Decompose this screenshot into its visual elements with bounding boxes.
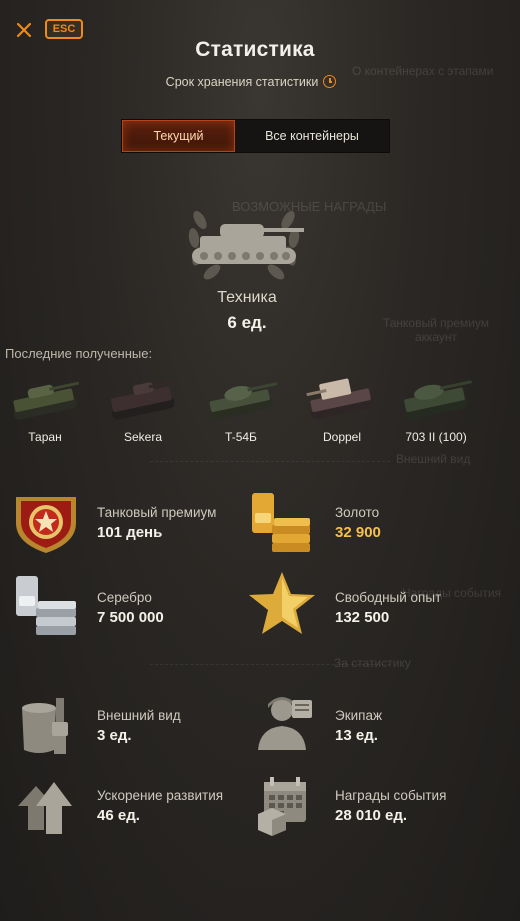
vehicle-name: T-54Б (225, 430, 257, 444)
stat-value: 28 010 ед. (335, 807, 408, 824)
vehicle-item[interactable]: T-54Б (196, 368, 286, 444)
stat-value: 3 ед. (97, 727, 132, 744)
recent-label: Последние полученные: (5, 346, 153, 361)
vehicle-item[interactable]: Таран (0, 368, 90, 444)
stat-value: 13 ед. (335, 727, 378, 744)
stat-silver: Серебро 7 500 000 (97, 590, 164, 626)
tab-current[interactable]: Текущий (122, 120, 235, 152)
stat-label: Танковый премиум (97, 505, 217, 520)
stat-label: Серебро (97, 590, 152, 605)
appearance-ghost: Внешний вид (396, 452, 471, 466)
stat-label: Свободный опыт (335, 590, 442, 605)
stat-gold: Золото 32 900 (335, 505, 381, 541)
acceleration-arrows-icon (10, 774, 86, 840)
stat-crew: Экипаж 13 ед. (335, 708, 382, 744)
ghost-divider (150, 461, 390, 462)
stat-label: Экипаж (335, 708, 382, 723)
tank-icon (13, 381, 80, 420)
vehicles-wreath-icon (178, 190, 310, 290)
tank-icon (209, 382, 278, 420)
ghost-divider (150, 664, 390, 665)
gold-bars-icon (244, 489, 320, 555)
stat-value: 132 500 (335, 609, 390, 626)
tank-icon (404, 380, 472, 420)
stat-label: Внешний вид (97, 708, 181, 723)
stats-retention-link[interactable]: Срок хранения статистики (0, 75, 502, 89)
vehicle-item[interactable]: Doppel (297, 368, 387, 444)
premium-badge-icon (8, 489, 84, 555)
stat-value: 46 ед. (97, 807, 140, 824)
vehicle-name: 703 II (100) (405, 430, 467, 444)
calendar-icon (250, 772, 326, 838)
clock-icon[interactable] (323, 75, 337, 88)
silver-bars-icon (8, 572, 84, 638)
stat-appearance: Внешний вид 3 ед. (97, 708, 181, 744)
stat-boosts: Ускорение развития 46 ед. (97, 788, 223, 824)
stat-events: Награды события 28 010 ед. (335, 788, 446, 824)
vehicle-name: Sekera (123, 430, 163, 444)
stat-free-xp: Свободный опыт 132 500 (335, 590, 441, 626)
stat-label: Ускорение развития (97, 788, 224, 803)
vehicle-name: Таран (28, 430, 62, 444)
stat-premium: Танковый премиум 101 день (97, 505, 216, 541)
stat-label: Награды события (335, 788, 447, 803)
vehicle-name: Doppel (322, 430, 362, 444)
stats-ghost: За статистику (334, 656, 411, 670)
tank-icon (306, 378, 374, 420)
paint-bucket-icon (12, 694, 88, 760)
hero-value: 6 ед. (227, 313, 267, 332)
subtitle-text: Срок хранения статистики (165, 75, 319, 89)
tab-bar: Текущий Все контейнеры (121, 119, 390, 153)
crew-icon (248, 690, 324, 756)
stat-value: 7 500 000 (97, 609, 164, 626)
tank-icon (110, 379, 177, 420)
close-icon[interactable] (14, 20, 34, 40)
vehicle-item[interactable]: Sekera (98, 368, 188, 444)
star-icon (244, 570, 320, 636)
stat-value: 32 900 (335, 524, 381, 541)
esc-button[interactable]: ESC (45, 19, 83, 39)
vehicle-item[interactable]: 703 II (100) (391, 368, 481, 444)
stat-value: 101 день (97, 524, 163, 541)
stat-label: Золото (335, 505, 380, 520)
tab-all-containers[interactable]: Все контейнеры (235, 120, 389, 152)
hero-label: Техника (217, 289, 277, 306)
page-title: Статистика (195, 38, 315, 61)
